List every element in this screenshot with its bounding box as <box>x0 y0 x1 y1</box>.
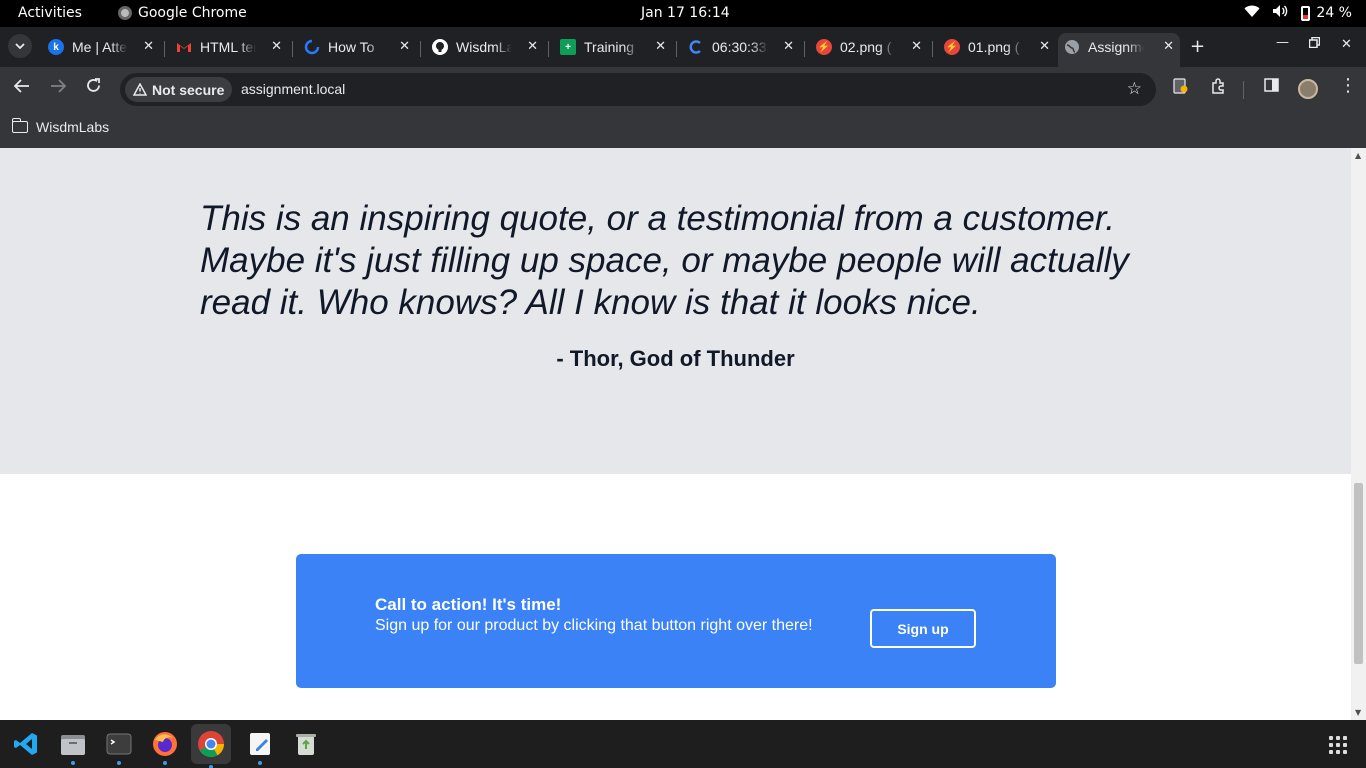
github-icon <box>432 39 448 55</box>
reload-button[interactable] <box>86 78 101 97</box>
chevron-down-icon <box>15 43 25 49</box>
folder-icon <box>11 118 28 133</box>
cta-subtitle: Sign up for our product by clicking that… <box>375 617 813 634</box>
bolt-icon: ⚡ <box>944 39 960 55</box>
scrollbar-thumb[interactable] <box>1354 483 1363 664</box>
system-top-bar: Activities Google Chrome Jan 17 16:14 24… <box>0 0 1366 27</box>
files-icon[interactable] <box>57 728 89 765</box>
close-window-icon[interactable]: ✕ <box>1341 37 1352 52</box>
address-bar[interactable]: Not secure assignment.local ☆ <box>120 73 1156 106</box>
restore-icon[interactable] <box>1308 36 1321 52</box>
extensions-puzzle-icon[interactable] <box>1210 78 1227 99</box>
tab-close-icon[interactable]: ✕ <box>655 38 666 54</box>
tab-how-to[interactable]: How To ✕ <box>298 33 416 61</box>
app-menu[interactable]: Google Chrome <box>118 5 247 21</box>
tab-attendance[interactable]: k Me | Attendance ✕ <box>42 33 160 61</box>
tab-close-icon[interactable]: ✕ <box>271 38 282 54</box>
battery-icon <box>1301 5 1311 21</box>
gmail-icon <box>176 39 192 55</box>
browser-toolbar: Not secure assignment.local ☆ ⋮ <box>0 67 1366 112</box>
trash-icon[interactable] <box>290 728 322 760</box>
globe-icon <box>1064 39 1080 55</box>
url-text[interactable]: assignment.local <box>241 81 345 97</box>
not-secure-label: Not secure <box>152 81 225 98</box>
tab-close-icon[interactable]: ✕ <box>1039 38 1050 54</box>
sign-up-button[interactable]: Sign up <box>870 609 976 648</box>
tab-close-icon[interactable]: ✕ <box>143 38 154 54</box>
profile-avatar[interactable] <box>1298 79 1318 99</box>
tab-close-icon[interactable]: ✕ <box>783 38 794 54</box>
keka-icon: k <box>48 39 64 55</box>
tab-01-png[interactable]: ⚡ 01.png ( ✕ <box>938 33 1056 61</box>
clock[interactable]: Jan 17 16:14 <box>641 5 730 21</box>
testimonial-quote: This is an inspiring quote, or a testimo… <box>200 199 1129 322</box>
minimize-icon[interactable]: — <box>1276 35 1289 50</box>
system-tray[interactable]: 24 % <box>1244 4 1352 22</box>
activities-button[interactable]: Activities <box>18 5 82 21</box>
side-panel-icon[interactable] <box>1264 78 1279 96</box>
wifi-icon <box>1244 5 1260 22</box>
tab-close-icon[interactable]: ✕ <box>1163 38 1174 54</box>
back-button[interactable] <box>13 78 30 97</box>
taskbar-dock <box>0 720 1366 768</box>
battery-level: 24 % <box>1316 5 1352 21</box>
new-tab-button[interactable]: + <box>1190 36 1205 57</box>
tab-close-icon[interactable]: ✕ <box>399 38 410 54</box>
sheets-icon: + <box>560 39 576 55</box>
bookmark-folder-label: WisdmLabs <box>36 119 110 135</box>
text-editor-icon[interactable] <box>244 728 276 765</box>
bolt-icon: ⚡ <box>816 39 832 55</box>
tab-assignment-active[interactable]: Assignment ✕ <box>1058 33 1180 67</box>
scroll-up-arrow-icon[interactable]: ▲ <box>1355 151 1361 160</box>
tab-timer[interactable]: 06:30:33 ✕ <box>682 33 800 61</box>
terminal-icon[interactable] <box>103 728 135 765</box>
testimonial-author: - Thor, God of Thunder <box>556 346 795 371</box>
vscode-icon[interactable] <box>10 728 42 760</box>
tab-02-png[interactable]: ⚡ 02.png ( ✕ <box>810 33 928 61</box>
chrome-dock-icon[interactable] <box>191 724 231 768</box>
clockify-icon <box>688 39 704 55</box>
loop-icon <box>304 39 320 55</box>
tab-search-button[interactable] <box>8 34 32 58</box>
bookmarks-bar: WisdmLabs <box>0 112 1366 148</box>
cta-title: Call to action! It's time! <box>375 595 562 614</box>
tab-training[interactable]: + Training ✕ <box>554 33 672 61</box>
testimonial-section: This is an inspiring quote, or a testimo… <box>0 148 1351 474</box>
tab-close-icon[interactable]: ✕ <box>527 38 538 54</box>
show-apps-grid-icon[interactable] <box>1329 736 1347 754</box>
tab-close-icon[interactable]: ✕ <box>911 38 922 54</box>
site-info-chip[interactable]: Not secure <box>125 77 233 102</box>
kebab-menu-icon[interactable]: ⋮ <box>1339 75 1357 96</box>
tab-github[interactable]: WisdmLabs ✕ <box>426 33 544 61</box>
warning-icon <box>133 83 147 96</box>
call-to-action-panel: Call to action! It's time! Sign up for o… <box>296 554 1056 688</box>
forward-button[interactable] <box>50 78 67 97</box>
tab-gmail[interactable]: HTML template ✕ <box>170 33 288 61</box>
bookmark-folder-wisdmlabs[interactable]: WisdmLabs <box>11 118 110 135</box>
firefox-icon[interactable] <box>149 728 181 765</box>
page-viewport: This is an inspiring quote, or a testimo… <box>0 148 1366 720</box>
page-scrollbar[interactable]: ▲ ▼ <box>1351 148 1366 720</box>
extension-icon[interactable] <box>1173 78 1188 98</box>
volume-icon <box>1272 4 1289 22</box>
scroll-down-arrow-icon[interactable]: ▼ <box>1355 708 1361 717</box>
chrome-icon <box>118 6 132 20</box>
bookmark-star-icon[interactable]: ☆ <box>1127 79 1142 99</box>
app-name: Google Chrome <box>138 5 247 21</box>
tab-strip: k Me | Attendance ✕ HTML template ✕ How … <box>0 27 1366 67</box>
